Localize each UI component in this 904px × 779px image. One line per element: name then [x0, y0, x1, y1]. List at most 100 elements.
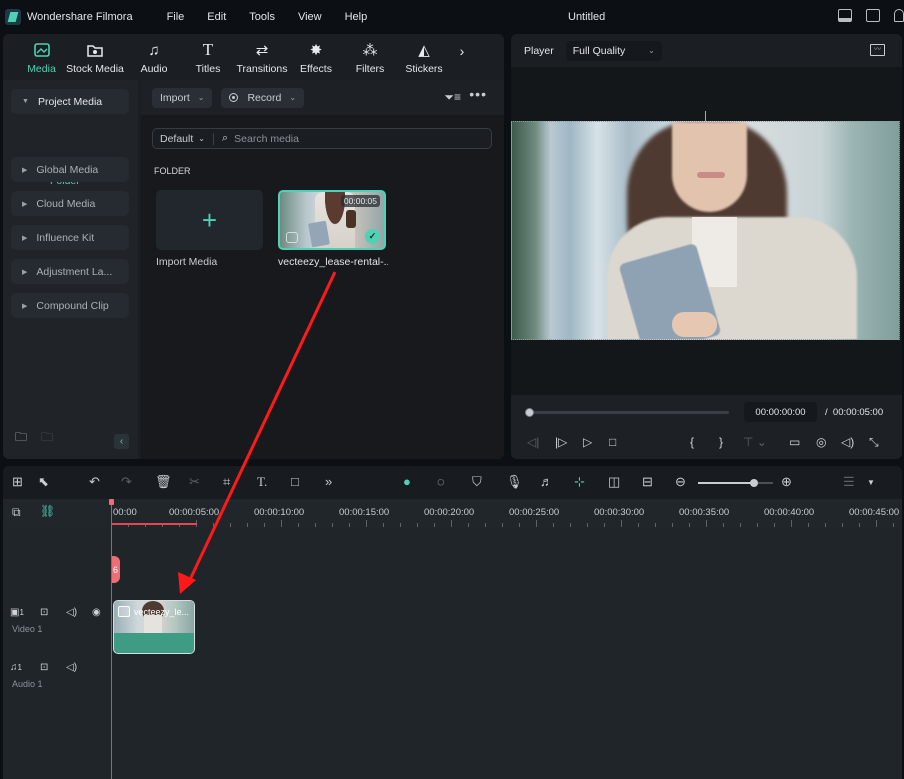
video-preview[interactable]	[511, 121, 900, 340]
fit-icon[interactable]: ⊟	[642, 474, 653, 490]
previous-frame-icon[interactable]: ◁|	[527, 435, 539, 449]
chevron-down-icon: ⌄	[289, 93, 297, 102]
tab-audio[interactable]: ♫ Audio	[126, 34, 182, 80]
insert-icon[interactable]: ⊤ ⌄	[743, 435, 767, 449]
timeline-video-clip[interactable]: vecteezy_le...	[113, 600, 195, 654]
search-input[interactable]	[234, 132, 455, 145]
preview-lips	[697, 172, 725, 178]
tab-transitions[interactable]: ⇄ Transitions	[234, 34, 290, 80]
track-area[interactable]	[111, 527, 902, 779]
menu-file[interactable]: File	[167, 11, 185, 23]
scrubber-knob[interactable]	[525, 408, 534, 417]
display-settings-icon[interactable]: ▭	[789, 435, 800, 449]
shape-tool-icon[interactable]: □	[291, 474, 299, 489]
filter-icon[interactable]: ⏷≡	[444, 90, 461, 105]
playhead-handle[interactable]	[109, 499, 114, 505]
rotate-handle[interactable]	[705, 111, 706, 121]
lock-icon[interactable]: ⊡	[40, 662, 48, 673]
tab-stickers[interactable]: ◭ Stickers	[398, 34, 450, 80]
folder-heading: FOLDER	[154, 166, 191, 176]
sidebar-item-adjustment-layer[interactable]: ▶ Adjustment La...	[11, 259, 129, 284]
thumbnail-keys	[346, 210, 356, 228]
stop-icon[interactable]: □	[609, 435, 616, 449]
text-tool-icon[interactable]: T.	[257, 474, 267, 490]
ruler-tick	[791, 520, 792, 527]
menu-view[interactable]: View	[298, 11, 322, 23]
next-frame-icon[interactable]: |▷	[555, 435, 567, 449]
import-media-card[interactable]: +	[156, 190, 263, 250]
crop-icon[interactable]: ⌗	[223, 474, 230, 490]
sidebar-item-compound-clip[interactable]: ▶ Compound Clip	[11, 293, 129, 318]
save-icon[interactable]	[866, 9, 880, 22]
media-panel: Media Stock Media ♫ Audio T Titles ⇄ Tra…	[3, 34, 504, 459]
lock-icon[interactable]: ⊡	[40, 607, 48, 618]
mark-in-icon[interactable]: {	[690, 435, 694, 449]
preview-hand	[672, 312, 717, 337]
tab-stock-media[interactable]: Stock Media	[64, 34, 126, 80]
volume-icon[interactable]: ◁)	[841, 435, 854, 449]
add-track-icon[interactable]: ⧉	[12, 505, 21, 520]
audio-edit-icon[interactable]: ♬	[540, 474, 553, 489]
new-folder-icon[interactable]: 🗀	[15, 428, 27, 449]
menu-edit[interactable]: Edit	[207, 11, 226, 23]
mute-icon[interactable]: ◁)	[66, 607, 77, 618]
fullscreen-icon[interactable]: ⤡	[869, 435, 879, 450]
sidebar-item-global-media[interactable]: ▶ Global Media	[11, 157, 129, 182]
menu-help[interactable]: Help	[345, 11, 368, 23]
playhead-marker[interactable]: 6	[111, 556, 120, 583]
chevron-down-icon[interactable]: ▼	[867, 478, 875, 487]
tabs-next-button[interactable]: ›	[450, 34, 474, 80]
snap-icon[interactable]: ⊹	[574, 474, 585, 490]
scope-icon[interactable]: 〰	[870, 44, 885, 56]
auto-highlight-icon[interactable]: ◌	[437, 474, 445, 489]
chevron-down-icon: ⌄	[648, 46, 655, 55]
more-tools-icon[interactable]: »	[325, 474, 332, 489]
layout-grid-icon[interactable]: ⊞	[12, 474, 23, 490]
import-button[interactable]: Import ⌄	[152, 87, 213, 108]
sort-dropdown[interactable]: Default ⌄	[153, 132, 214, 145]
ruler-label: 00:00:45:00	[849, 507, 900, 518]
tab-filters[interactable]: ⁂ Filters	[342, 34, 398, 80]
tab-titles[interactable]: T Titles	[182, 34, 234, 80]
preview-render-icon[interactable]: ◫	[608, 474, 620, 490]
delete-icon[interactable]: 🗑	[155, 474, 172, 490]
marker-icon[interactable]: ⛉	[472, 474, 482, 490]
cut-icon[interactable]: ✂	[189, 474, 200, 490]
snapshot-icon[interactable]: ◎	[816, 435, 826, 449]
ai-assistant-icon[interactable]: ●	[403, 474, 411, 489]
sidebar-item-cloud-media[interactable]: ▶ Cloud Media	[11, 191, 129, 216]
mute-icon[interactable]: ◁)	[66, 662, 77, 673]
cloud-icon[interactable]	[894, 9, 904, 22]
link-icon[interactable]: ⛓	[40, 504, 55, 518]
tab-effects[interactable]: ✸ Effects	[290, 34, 342, 80]
microphone-icon[interactable]: 🎙	[506, 474, 523, 490]
playhead[interactable]	[111, 499, 112, 779]
menu-tools[interactable]: Tools	[249, 11, 275, 23]
select-tool-icon[interactable]: ⬉	[38, 474, 49, 490]
zoom-in-icon[interactable]: ⊕	[781, 474, 792, 490]
eye-icon[interactable]: ◉	[92, 607, 101, 618]
undo-icon[interactable]: ↶	[89, 474, 100, 490]
media-clip-card[interactable]: 00:00:05 ✓	[278, 190, 386, 250]
current-timecode[interactable]: 00:00:00:00	[744, 402, 817, 422]
ruler-label: 00:00:40:00	[764, 507, 815, 518]
quality-dropdown[interactable]: Full Quality ⌄	[565, 40, 662, 61]
media-icon	[33, 42, 51, 58]
sidebar-item-influence-kit[interactable]: ▶ Influence Kit	[11, 225, 129, 250]
tab-media[interactable]: Media	[19, 34, 64, 80]
play-icon[interactable]: ▷	[583, 435, 592, 449]
delete-folder-icon[interactable]: 🗀	[41, 428, 53, 449]
mark-out-icon[interactable]: }	[719, 435, 723, 449]
collapse-sidebar-button[interactable]: ‹	[114, 434, 129, 449]
zoom-out-icon[interactable]: ⊖	[675, 474, 686, 490]
sidebar-item-project-media[interactable]: ▼ Project Media	[11, 89, 129, 114]
record-button[interactable]: Record ⌄	[221, 87, 305, 108]
zoom-slider[interactable]	[698, 479, 773, 487]
track-settings-icon[interactable]: ☰	[843, 474, 855, 490]
music-note-icon: ♫	[148, 41, 160, 59]
playback-scrubber[interactable]	[525, 408, 729, 417]
more-options-icon[interactable]: •••	[469, 86, 487, 102]
layout-icon[interactable]	[838, 9, 852, 22]
redo-icon[interactable]: ↷	[121, 474, 132, 490]
zoom-slider-knob[interactable]	[750, 479, 759, 487]
